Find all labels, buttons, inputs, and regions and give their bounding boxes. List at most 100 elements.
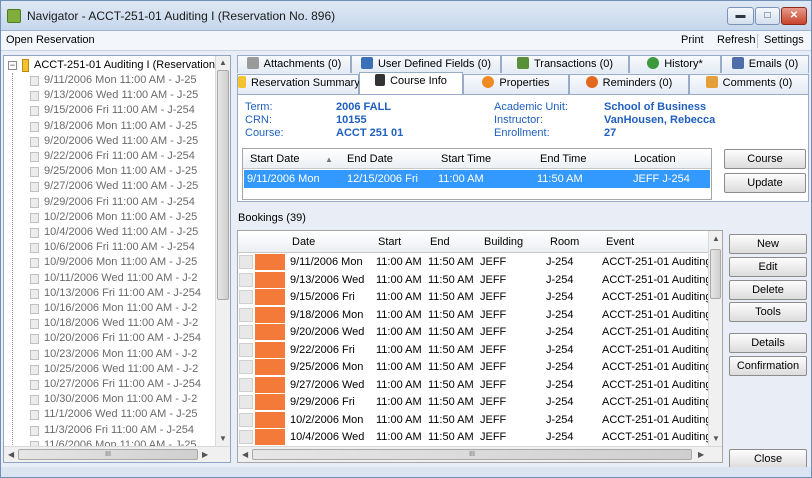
tree-booking-item[interactable]: 9/27/2006 Wed 11:00 AM - J-25 (30, 180, 225, 194)
tab-reminders[interactable]: Reminders (0) (569, 74, 689, 94)
column-end[interactable]: End (430, 236, 450, 248)
column-room[interactable]: Room (550, 236, 579, 248)
booking-row[interactable]: 9/15/2006 Fri 11:00 AM 11:50 AM JEFF J-254 AC… (238, 289, 718, 305)
tree-booking-item[interactable]: 10/13/2006 Fri 11:00 AM - J-254 (30, 287, 225, 301)
tree-vertical-scrollbar[interactable]: ▲ ▼ (215, 56, 230, 446)
bookings-scroll-thumb[interactable] (710, 249, 721, 299)
tree-booking-item[interactable]: 9/15/2006 Fri 11:00 AM - J-254 (30, 104, 225, 118)
update-button[interactable]: Update (724, 173, 806, 193)
booking-row[interactable]: 9/11/2006 Mon 11:00 AM 11:50 AM JEFF J-254 AC… (238, 254, 718, 270)
tree-booking-item[interactable]: 10/4/2006 Wed 11:00 AM - J-25 (30, 226, 225, 240)
maximize-button[interactable]: □ (755, 7, 780, 25)
tab-reservation-summary[interactable]: Reservation Summary (237, 74, 360, 94)
bookings-vertical-scrollbar[interactable]: ▲ ▼ (708, 231, 722, 446)
tree-booking-item[interactable]: 9/25/2006 Mon 11:00 AM - J-25 (30, 165, 225, 179)
tree-booking-item[interactable]: 9/29/2006 Fri 11:00 AM - J-254 (30, 196, 225, 210)
tree-booking-item[interactable]: 11/1/2006 Wed 11:00 AM - J-25 (30, 408, 225, 422)
tab-history[interactable]: History* (629, 55, 721, 73)
tab-course-info[interactable]: Course Info (359, 72, 463, 94)
row-selector[interactable] (239, 430, 253, 444)
print-menu[interactable]: Print (681, 34, 704, 46)
delete-button[interactable]: Delete (729, 280, 807, 300)
tree-booking-item[interactable]: 10/16/2006 Mon 11:00 AM - J-2 (30, 302, 225, 316)
scroll-down-icon[interactable]: ▼ (219, 434, 227, 443)
row-selector[interactable] (239, 272, 253, 287)
row-selector[interactable] (239, 395, 253, 409)
new-button[interactable]: New (729, 234, 807, 254)
tree-booking-item[interactable]: 10/18/2006 Wed 11:00 AM - J-2 (30, 317, 225, 331)
booking-row[interactable]: 10/2/2006 Mon 11:00 AM 11:50 AM JEFF J-254 AC… (238, 411, 718, 428)
booking-row[interactable]: 9/18/2006 Mon 11:00 AM 11:50 AM JEFF J-254 AC… (238, 306, 718, 323)
tab-comments[interactable]: Comments (0) (689, 74, 809, 94)
tab-user-defined-fields[interactable]: User Defined Fields (0) (351, 55, 501, 73)
tree-booking-item[interactable]: 10/2/2006 Mon 11:00 AM - J-25 (30, 211, 225, 225)
close-button[interactable]: Close (729, 449, 807, 469)
column-event[interactable]: Event (606, 236, 634, 248)
scroll-down-icon[interactable]: ▼ (712, 434, 720, 443)
column-start-time[interactable]: Start Time (441, 153, 491, 165)
row-selector[interactable] (239, 342, 253, 357)
row-selector[interactable] (239, 360, 253, 374)
booking-row[interactable]: 9/20/2006 Wed 11:00 AM 11:50 AM JEFF J-254 AC… (238, 324, 718, 340)
scroll-up-icon[interactable]: ▲ (219, 58, 227, 67)
booking-row[interactable]: 10/4/2006 Wed 11:00 AM 11:50 AM JEFF J-254 AC… (238, 429, 718, 445)
tree-booking-item[interactable]: 9/13/2006 Wed 11:00 AM - J-25 (30, 89, 225, 103)
refresh-menu[interactable]: Refresh (717, 34, 756, 46)
booking-row[interactable]: 9/22/2006 Fri 11:00 AM 11:50 AM JEFF J-254 AC… (238, 341, 718, 358)
column-date[interactable]: Date (292, 236, 315, 248)
collapse-icon[interactable]: − (8, 61, 17, 70)
booking-row[interactable]: 9/25/2006 Mon 11:00 AM 11:50 AM JEFF J-254 AC… (238, 359, 718, 375)
title-bar[interactable]: Navigator - ACCT-251-01 Auditing I (Rese… (1, 1, 811, 31)
scroll-right-icon[interactable]: ▶ (698, 450, 704, 459)
tree-scroll-thumb[interactable] (217, 70, 229, 300)
open-reservation-menu[interactable]: Open Reservation (6, 34, 95, 46)
tree-booking-item[interactable]: 9/11/2006 Mon 11:00 AM - J-25 (30, 74, 225, 88)
row-selector[interactable] (239, 255, 253, 269)
scroll-left-icon[interactable]: ◀ (8, 450, 14, 459)
bookings-table[interactable]: Date Start End Building Room Event 9/11/… (237, 230, 723, 463)
tree-booking-item[interactable]: 10/9/2006 Mon 11:00 AM - J-25 (30, 256, 225, 270)
tab-transactions[interactable]: Transactions (0) (501, 55, 629, 73)
column-building[interactable]: Building (484, 236, 523, 248)
minimize-button[interactable]: ▬ (727, 7, 754, 25)
scroll-left-icon[interactable]: ◀ (242, 450, 248, 459)
details-button[interactable]: Details (729, 333, 807, 353)
tab-properties[interactable]: Properties (463, 74, 569, 94)
column-end-date[interactable]: End Date (347, 153, 393, 165)
bookings-horizontal-scrollbar[interactable]: ◀ III ▶ (238, 446, 722, 462)
booking-row[interactable]: 9/13/2006 Wed 11:00 AM 11:50 AM JEFF J-254 AC… (238, 271, 718, 288)
scroll-right-icon[interactable]: ▶ (202, 450, 208, 459)
tree-booking-item[interactable]: 10/20/2006 Fri 11:00 AM - J-254 (30, 332, 225, 346)
column-start[interactable]: Start (378, 236, 401, 248)
confirmation-button[interactable]: Confirmation (729, 356, 807, 376)
row-selector[interactable] (239, 307, 253, 322)
meetings-grid[interactable]: Start Date ▲ End Date Start Time End Tim… (242, 148, 712, 200)
column-start-date[interactable]: Start Date (250, 153, 300, 165)
tree-booking-item[interactable]: 10/27/2006 Fri 11:00 AM - J-254 (30, 378, 225, 392)
tree-booking-item[interactable]: 9/22/2006 Fri 11:00 AM - J-254 (30, 150, 225, 164)
booking-row[interactable]: 9/29/2006 Fri 11:00 AM 11:50 AM JEFF J-254 AC… (238, 394, 718, 410)
close-window-button[interactable]: ✕ (781, 7, 807, 25)
tools-button[interactable]: Tools (729, 302, 807, 322)
tree-horizontal-scrollbar[interactable]: ◀ III ▶ (4, 446, 230, 462)
tree-booking-item[interactable]: 10/11/2006 Wed 11:00 AM - J-2 (30, 272, 225, 286)
course-button[interactable]: Course (724, 149, 806, 169)
edit-button[interactable]: Edit (729, 257, 807, 277)
settings-menu[interactable]: Settings (764, 34, 804, 46)
tree-hscroll-thumb[interactable]: III (18, 449, 198, 460)
tree-booking-item[interactable]: 11/3/2006 Fri 11:00 AM - J-254 (30, 424, 225, 438)
row-selector[interactable] (239, 377, 253, 392)
tree-booking-item[interactable]: 10/25/2006 Wed 11:00 AM - J-2 (30, 363, 225, 377)
tree-booking-item[interactable]: 10/6/2006 Fri 11:00 AM - J-254 (30, 241, 225, 255)
row-selector[interactable] (239, 325, 253, 339)
bookings-hscroll-thumb[interactable]: III (252, 449, 692, 460)
booking-row[interactable]: 9/27/2006 Wed 11:00 AM 11:50 AM JEFF J-254 AC… (238, 376, 718, 393)
scroll-up-icon[interactable]: ▲ (712, 234, 720, 243)
tree-booking-item[interactable]: 9/20/2006 Wed 11:00 AM - J-25 (30, 135, 225, 149)
reservation-tree[interactable]: − ACCT-251-01 Auditing I (Reservation 9/… (3, 55, 231, 463)
tab-attachments[interactable]: Attachments (0) (237, 55, 351, 73)
row-selector[interactable] (239, 290, 253, 304)
meeting-row-selected[interactable]: 9/11/2006 Mon 12/15/2006 Fri 11:00 AM 11… (244, 170, 710, 188)
tab-emails[interactable]: Emails (0) (721, 55, 809, 73)
row-selector[interactable] (239, 412, 253, 427)
